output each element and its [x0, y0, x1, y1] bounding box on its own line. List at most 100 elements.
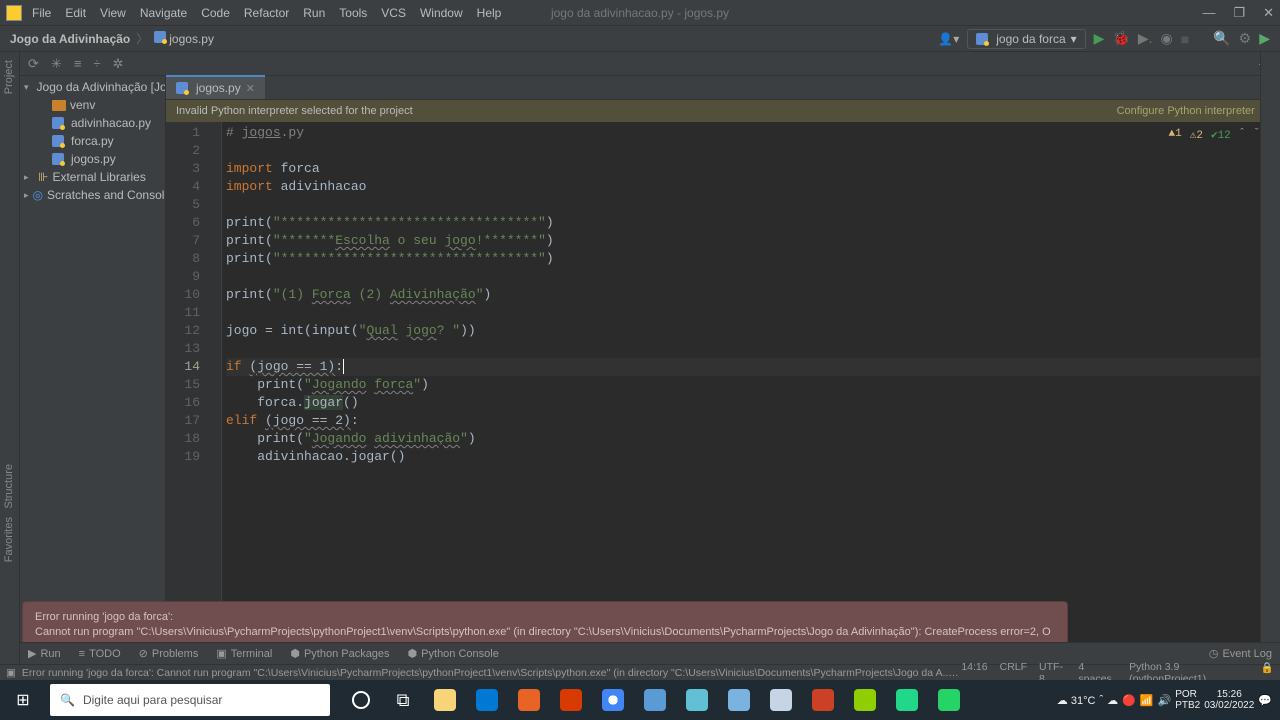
taskbar-notes[interactable] — [678, 681, 716, 719]
breadcrumb-sep: 〉 — [136, 30, 148, 47]
tree-ext-libs[interactable]: ▸⊪External Libraries — [20, 168, 165, 186]
project-tree[interactable]: ▾Jogo da Adivinhação [Jo venv adivinhaca… — [20, 76, 166, 666]
breadcrumb-project[interactable]: Jogo da Adivinhação — [10, 32, 130, 46]
tray-app-icon[interactable]: 🔴 — [1122, 694, 1136, 707]
menu-tools[interactable]: Tools — [339, 6, 367, 20]
tray-volume-icon[interactable]: 🔊 — [1158, 694, 1172, 707]
tree-root[interactable]: ▾Jogo da Adivinhação [Jo — [20, 78, 165, 96]
app-logo-icon — [6, 5, 22, 21]
run-with-coverage-button[interactable]: ▶. — [1138, 30, 1153, 47]
settings-tree-icon[interactable]: ✲ — [113, 56, 124, 72]
tray-wifi-icon[interactable]: 📶 — [1140, 694, 1154, 707]
taskbar-taskview[interactable]: ⧉ — [384, 681, 422, 719]
tray-lang[interactable]: PORPTB2 — [1175, 689, 1200, 711]
tab-eventlog[interactable]: ◷ Event Log — [1209, 647, 1272, 660]
gutter: 12345678910111213141516171819 — [166, 122, 208, 666]
interpreter-warning-banner: Invalid Python interpreter selected for … — [166, 100, 1280, 122]
taskbar-office[interactable] — [552, 681, 590, 719]
reload-icon[interactable]: ⟳ — [28, 56, 39, 72]
tab-packages[interactable]: ⬢ Python Packages — [290, 647, 389, 660]
maximize-icon[interactable]: ❐ — [1233, 5, 1245, 21]
close-icon[interactable]: ✕ — [1263, 5, 1274, 21]
tab-terminal[interactable]: ▣ Terminal — [216, 647, 272, 660]
close-tab-icon[interactable]: ✕ — [246, 82, 255, 95]
menu-code[interactable]: Code — [201, 6, 230, 20]
main-menu: File Edit View Navigate Code Refactor Ru… — [32, 6, 501, 20]
structure-strip-group: Structure Favorites — [0, 456, 20, 570]
user-icon[interactable]: 👤▾ — [938, 32, 959, 46]
run-config-name: jogo da forca — [996, 32, 1065, 46]
configure-interpreter-link[interactable]: Configure Python interpreter — [1117, 105, 1255, 117]
search-icon: 🔍 — [60, 693, 75, 707]
menu-run[interactable]: Run — [303, 6, 325, 20]
code-area[interactable]: 12345678910111213141516171819 # jogos.py… — [166, 122, 1280, 666]
breadcrumb-file[interactable]: jogos.py — [169, 32, 214, 46]
tree-jogos[interactable]: jogos.py — [20, 150, 165, 168]
taskbar-whatsapp[interactable] — [930, 681, 968, 719]
taskbar-apps: ⧉ — [342, 681, 968, 719]
taskbar-calc[interactable] — [636, 681, 674, 719]
structure-tool-button[interactable]: Structure — [3, 464, 15, 509]
project-tool-button[interactable]: Project — [3, 60, 15, 94]
editor: jogos.py ✕ Invalid Python interpreter se… — [166, 76, 1280, 666]
add-icon[interactable]: ✳ — [51, 56, 62, 72]
menu-vcs[interactable]: VCS — [381, 6, 406, 20]
taskbar-tray: ☁ 31°C ˆ ☁ 🔴 📶 🔊 PORPTB2 15:2603/02/2022… — [1057, 689, 1280, 711]
favorites-tool-button[interactable]: Favorites — [3, 517, 15, 562]
taskbar-chrome[interactable] — [594, 681, 632, 719]
stop-button[interactable]: ■ — [1181, 31, 1189, 47]
tray-notifications-icon[interactable]: 💬 — [1258, 694, 1272, 707]
run-button[interactable]: ▶ — [1094, 30, 1105, 47]
tab-console[interactable]: ⬢ Python Console — [408, 647, 499, 660]
menu-help[interactable]: Help — [477, 6, 502, 20]
right-tool-strip — [1260, 52, 1280, 666]
status-icon[interactable]: ▣ — [6, 667, 16, 679]
tree-adivinhacao[interactable]: adivinhacao.py — [20, 114, 165, 132]
taskbar-search[interactable]: 🔍 Digite aqui para pesquisar — [50, 684, 330, 716]
minimize-icon[interactable]: — — [1202, 5, 1215, 21]
tree-venv[interactable]: venv — [20, 96, 165, 114]
menu-file[interactable]: File — [32, 6, 51, 20]
status-bar: ▣ Error running 'jogo da forca': Cannot … — [0, 664, 1280, 680]
debug-button[interactable]: 🐞 — [1112, 30, 1129, 47]
run-config-selector[interactable]: jogo da forca ▾ — [967, 29, 1085, 49]
search-icon[interactable]: 🔍 — [1213, 30, 1230, 47]
menu-edit[interactable]: Edit — [65, 6, 86, 20]
taskbar-notepad[interactable] — [720, 681, 758, 719]
menu-refactor[interactable]: Refactor — [244, 6, 289, 20]
taskbar-mail[interactable] — [762, 681, 800, 719]
left-tool-strip: Project — [0, 52, 20, 680]
menu-view[interactable]: View — [100, 6, 126, 20]
code-content[interactable]: # jogos.py import forcaimport adivinhaca… — [222, 122, 1280, 666]
taskbar-pycharm[interactable] — [888, 681, 926, 719]
taskbar-cortana[interactable] — [342, 681, 380, 719]
flatten-icon[interactable]: ≡ — [74, 56, 82, 71]
taskbar-app-orange[interactable] — [510, 681, 548, 719]
menu-navigate[interactable]: Navigate — [140, 6, 187, 20]
sync-icon[interactable]: ▶ — [1259, 30, 1270, 47]
tray-onedrive-icon[interactable]: ☁ — [1107, 694, 1118, 707]
tab-jogos[interactable]: jogos.py ✕ — [166, 75, 265, 99]
taskbar-vscode[interactable] — [468, 681, 506, 719]
python-file-icon — [154, 31, 166, 43]
tab-todo[interactable]: ≡ TODO — [79, 648, 121, 660]
start-button[interactable]: ⊞ — [0, 690, 46, 710]
menu-window[interactable]: Window — [420, 6, 463, 20]
taskbar-explorer[interactable] — [426, 681, 464, 719]
tree-forca[interactable]: forca.py — [20, 132, 165, 150]
filter-icon[interactable]: ÷ — [93, 56, 100, 71]
settings-icon[interactable]: ⚙ — [1239, 30, 1252, 47]
tray-clock[interactable]: 15:2603/02/2022 — [1204, 689, 1254, 711]
inspection-indicators[interactable]: ▲1 ⚠2 ✔12 ˆˇ — [1169, 128, 1261, 142]
taskbar-app-red[interactable] — [804, 681, 842, 719]
weather-widget[interactable]: ☁ 31°C — [1057, 694, 1096, 707]
tab-problems[interactable]: ⊘ Problems — [139, 647, 199, 660]
tree-scratches[interactable]: ▸◎Scratches and Consoles — [20, 186, 165, 204]
tab-label: jogos.py — [196, 81, 241, 95]
tray-chevron-icon[interactable]: ˆ — [1099, 694, 1103, 706]
profile-button[interactable]: ◉ — [1161, 30, 1173, 47]
tab-run[interactable]: ▶ Run — [28, 647, 61, 660]
search-placeholder: Digite aqui para pesquisar — [83, 693, 222, 707]
taskbar-app-green[interactable] — [846, 681, 884, 719]
editor-tabs: jogos.py ✕ — [166, 76, 1280, 100]
